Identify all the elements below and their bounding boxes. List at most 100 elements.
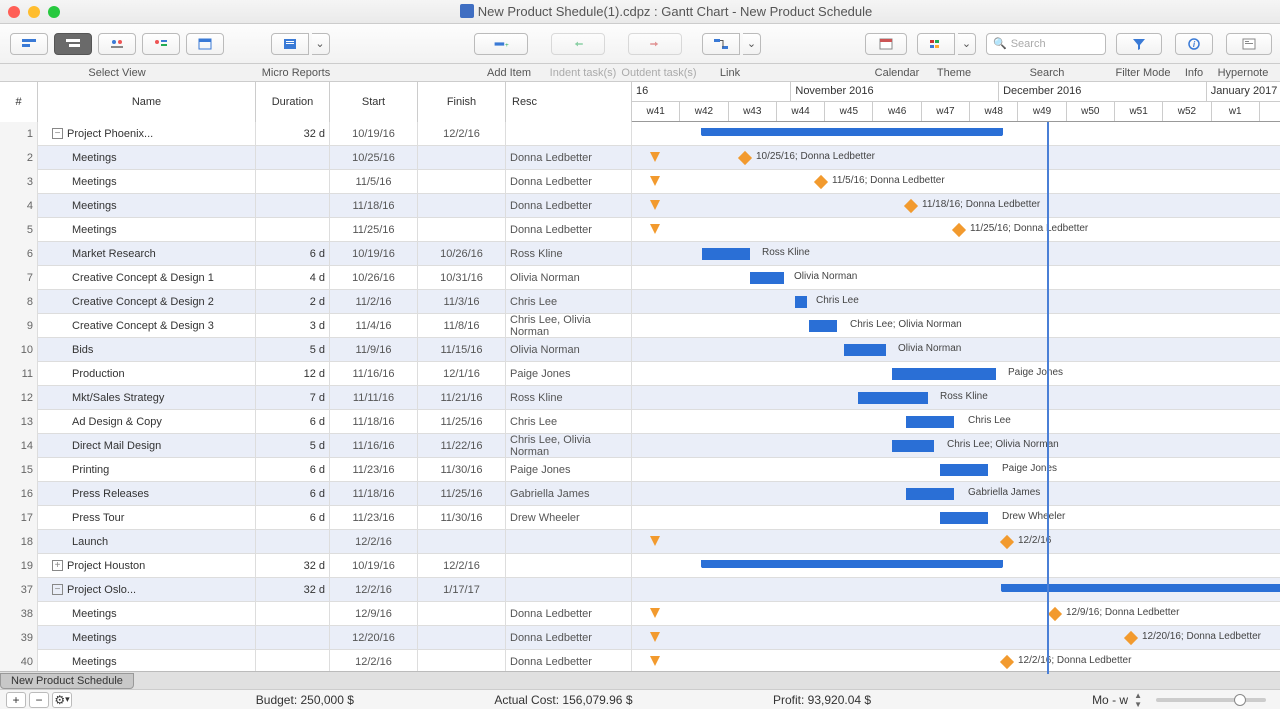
zoom-stepper[interactable]: ▲▼ [1134,691,1142,709]
table-row[interactable]: 17Press Tour6 d11/23/1611/30/16Drew Whee… [0,506,1280,530]
task-name[interactable]: Project Houston [67,560,145,572]
cell-timeline[interactable]: Ross Kline [632,242,1280,266]
cell-start[interactable]: 10/26/16 [330,266,418,290]
cell-timeline[interactable] [632,122,1280,146]
cell-duration[interactable]: 6 d [256,482,330,506]
cell-timeline[interactable]: 11/25/16; Donna Ledbetter [632,218,1280,242]
table-row[interactable]: 3Meetings11/5/16Donna Ledbetter11/5/16; … [0,170,1280,194]
cell-resource[interactable]: Ross Kline [506,242,632,266]
cell-timeline[interactable]: 12/20/16; Donna Ledbetter [632,626,1280,650]
cell-timeline[interactable]: Drew Wheeler [632,506,1280,530]
cell-duration[interactable]: 32 d [256,122,330,146]
cell-duration[interactable]: 6 d [256,458,330,482]
task-name[interactable]: Meetings [72,200,117,212]
add-item-button[interactable]: + [474,33,528,55]
cell-timeline[interactable]: Ross Kline [632,386,1280,410]
cell-resource[interactable]: Donna Ledbetter [506,218,632,242]
cell-resource[interactable]: Ross Kline [506,386,632,410]
cell-duration[interactable] [256,218,330,242]
cell-start[interactable]: 12/20/16 [330,626,418,650]
cell-timeline[interactable]: 11/18/16; Donna Ledbetter [632,194,1280,218]
task-name[interactable]: Production [72,368,125,380]
task-name[interactable]: Meetings [72,224,117,236]
table-row[interactable]: 14Direct Mail Design5 d11/16/1611/22/16C… [0,434,1280,458]
cell-finish[interactable] [418,530,506,554]
cell-duration[interactable]: 6 d [256,506,330,530]
task-name[interactable]: Market Research [72,248,156,260]
cell-timeline[interactable]: Olivia Norman [632,266,1280,290]
cell-duration[interactable]: 12 d [256,362,330,386]
cell-timeline[interactable]: Chris Lee; Olivia Norman [632,434,1280,458]
cell-finish[interactable]: 12/1/16 [418,362,506,386]
cell-timeline[interactable] [632,578,1280,602]
table-row[interactable]: 38Meetings12/9/16Donna Ledbetter12/9/16;… [0,602,1280,626]
table-row[interactable]: 5Meetings11/25/16Donna Ledbetter11/25/16… [0,218,1280,242]
table-row[interactable]: 12Mkt/Sales Strategy7 d11/11/1611/21/16R… [0,386,1280,410]
task-name[interactable]: Press Releases [72,488,149,500]
gantt-bar[interactable] [844,344,886,356]
task-name[interactable]: Project Oslo... [67,584,136,596]
info-button[interactable]: i [1175,33,1213,55]
task-name[interactable]: Direct Mail Design [72,440,161,452]
gantt-bar[interactable] [906,416,954,428]
cell-duration[interactable]: 32 d [256,554,330,578]
tree-toggle[interactable]: + [52,560,63,571]
milestone-diamond[interactable] [814,174,828,188]
cell-timeline[interactable]: Paige Jones [632,362,1280,386]
view-calendar-button[interactable] [186,33,224,55]
cell-resource[interactable] [506,122,632,146]
cell-resource[interactable] [506,530,632,554]
cell-finish[interactable] [418,218,506,242]
table-row[interactable]: 39Meetings12/20/16Donna Ledbetter12/20/1… [0,626,1280,650]
task-name[interactable]: Mkt/Sales Strategy [72,392,164,404]
cell-resource[interactable]: Donna Ledbetter [506,626,632,650]
milestone-diamond[interactable] [1048,606,1062,620]
close-window-button[interactable] [8,6,20,18]
cell-finish[interactable]: 11/3/16 [418,290,506,314]
cell-timeline[interactable]: 12/2/16 [632,530,1280,554]
table-row[interactable]: 8Creative Concept & Design 22 d11/2/1611… [0,290,1280,314]
filter-button[interactable] [1116,33,1162,55]
milestone-diamond[interactable] [952,222,966,236]
cell-resource[interactable]: Olivia Norman [506,266,632,290]
gantt-bar[interactable] [940,464,988,476]
col-header-start[interactable]: Start [330,82,418,122]
cell-start[interactable]: 11/25/16 [330,218,418,242]
cell-duration[interactable]: 4 d [256,266,330,290]
cell-start[interactable]: 10/19/16 [330,242,418,266]
summary-bar[interactable] [1002,584,1280,592]
summary-bar[interactable] [702,560,1002,568]
calendar-button[interactable] [865,33,907,55]
cell-start[interactable]: 12/9/16 [330,602,418,626]
grid-body[interactable]: 1−Project Phoenix...32 d10/19/1612/2/162… [0,122,1280,695]
cell-start[interactable]: 11/23/16 [330,458,418,482]
micro-reports-dropdown[interactable]: ⌄ [271,33,330,55]
col-header-finish[interactable]: Finish [418,82,506,122]
cell-start[interactable]: 11/4/16 [330,314,418,338]
gantt-bar[interactable] [892,368,996,380]
cell-start[interactable]: 11/2/16 [330,290,418,314]
task-name[interactable]: Creative Concept & Design 2 [72,296,214,308]
cell-start[interactable]: 11/18/16 [330,194,418,218]
cell-duration[interactable]: 5 d [256,338,330,362]
cell-finish[interactable] [418,626,506,650]
cell-duration[interactable] [256,170,330,194]
cell-duration[interactable] [256,650,330,674]
task-name[interactable]: Creative Concept & Design 1 [72,272,214,284]
cell-resource[interactable]: Donna Ledbetter [506,146,632,170]
cell-resource[interactable]: Chris Lee [506,290,632,314]
cell-resource[interactable] [506,554,632,578]
cell-resource[interactable]: Gabriella James [506,482,632,506]
gantt-bar[interactable] [940,512,988,524]
cell-timeline[interactable]: 12/2/16; Donna Ledbetter [632,650,1280,674]
cell-start[interactable]: 11/18/16 [330,410,418,434]
task-name[interactable]: Project Phoenix... [67,128,153,140]
task-name[interactable]: Meetings [72,152,117,164]
task-name[interactable]: Meetings [72,608,117,620]
cell-finish[interactable] [418,194,506,218]
chevron-down-icon[interactable]: ⌄ [743,33,761,55]
table-row[interactable]: 19+Project Houston32 d10/19/1612/2/16 [0,554,1280,578]
cell-finish[interactable]: 11/30/16 [418,506,506,530]
cell-timeline[interactable] [632,554,1280,578]
cell-duration[interactable]: 7 d [256,386,330,410]
